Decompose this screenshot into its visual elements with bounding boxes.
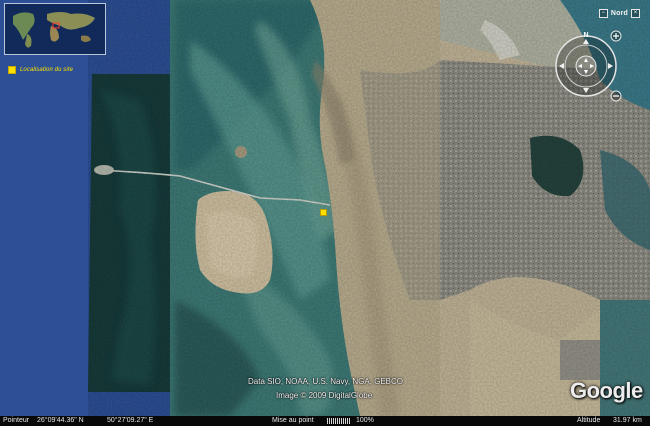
- legend-label: Localisation du site: [20, 67, 74, 73]
- pointer-longitude: 50°27'09.27" E: [107, 417, 154, 424]
- world-overview-map-icon: [5, 4, 105, 54]
- zoom-in-icon[interactable]: [610, 30, 622, 42]
- status-bar: Pointeur 26°09'44.36" N 50°27'09.27" E M…: [0, 416, 650, 426]
- pointer-latitude: 26°09'44.36" N: [37, 417, 84, 424]
- streaming-percent: 100%: [356, 417, 374, 424]
- altitude-label: Altitude: [577, 417, 601, 424]
- image-credit: Image © 2009 DigitalGlobe: [276, 391, 373, 400]
- site-placemark[interactable]: [320, 209, 327, 216]
- navigation-control[interactable]: N: [548, 28, 624, 104]
- window-controls: − Nord ×: [598, 9, 640, 18]
- earth-viewer[interactable]: Localisation du site − Nord × N Data SIO…: [0, 0, 650, 426]
- north-indicator[interactable]: N: [583, 32, 588, 39]
- streaming-label: Mise au point: [272, 417, 314, 424]
- site-marker-swatch: [8, 66, 16, 74]
- close-button[interactable]: ×: [631, 9, 640, 18]
- overview-inset-map[interactable]: [4, 3, 106, 55]
- zoom-out-icon[interactable]: [610, 90, 622, 102]
- streaming-progress-bar: [327, 418, 351, 424]
- imagery-credits: Data SIO, NOAA, U.S. Navy, NGA, GEBCO Im…: [248, 375, 403, 403]
- minimize-button[interactable]: −: [598, 9, 608, 18]
- altitude-value: 31.97 km: [613, 417, 642, 424]
- google-logo: Google: [570, 378, 643, 403]
- data-credit: Data SIO, NOAA, U.S. Navy, NGA, GEBCO: [248, 377, 403, 386]
- move-joystick-icon[interactable]: [575, 55, 597, 77]
- north-up-label[interactable]: Nord: [611, 10, 628, 17]
- legend: Localisation du site: [8, 66, 73, 74]
- pointer-label: Pointeur: [3, 417, 30, 424]
